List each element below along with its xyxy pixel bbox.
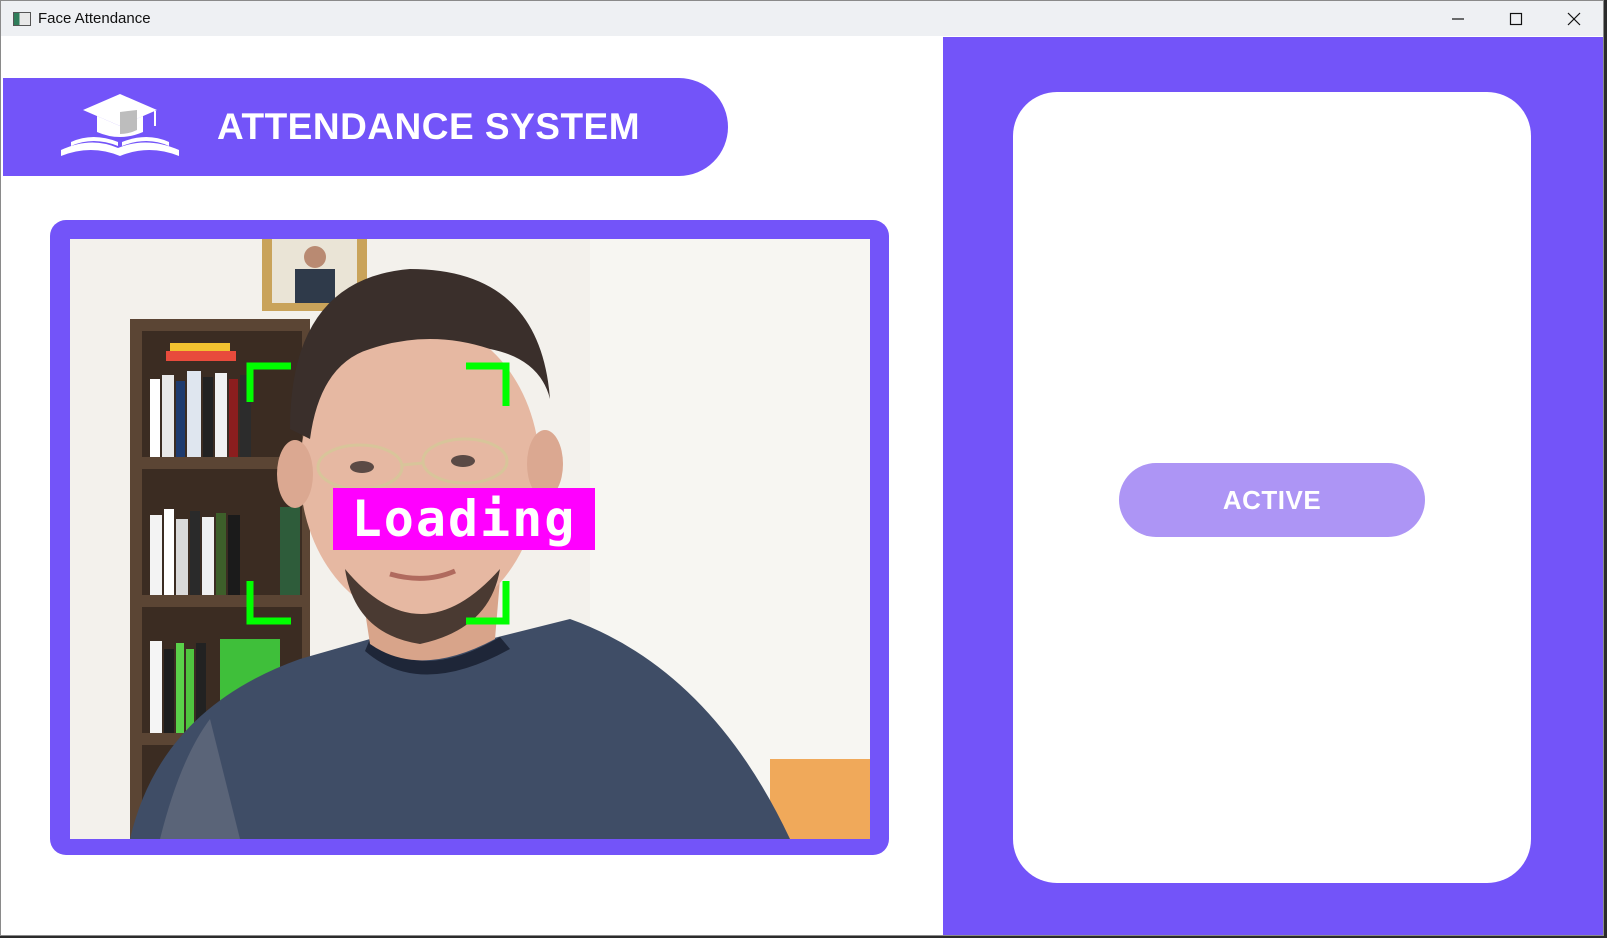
app-window: Face Attendance ATTENDANCE SYSTEM Loadin… — [0, 0, 1604, 936]
app-title: ATTENDANCE SYSTEM — [217, 106, 641, 147]
window-controls — [1429, 1, 1603, 36]
minimize-icon — [1452, 17, 1464, 20]
minimize-button[interactable] — [1429, 1, 1487, 36]
window-title: Face Attendance — [38, 10, 151, 27]
header-banner: ATTENDANCE SYSTEM — [3, 78, 728, 176]
student-info-card: ACTIVE — [1013, 92, 1531, 883]
camera-frame: Loading — [50, 220, 889, 855]
recognition-status-label: Loading — [333, 488, 595, 550]
right-panel: ACTIVE — [943, 37, 1603, 935]
webcam-feed: Loading — [70, 239, 870, 839]
app-icon — [13, 11, 31, 26]
maximize-button[interactable] — [1487, 1, 1545, 36]
status-badge: ACTIVE — [1119, 463, 1425, 537]
graduation-cap-book-icon — [61, 94, 179, 156]
maximize-icon — [1509, 12, 1523, 25]
close-button[interactable] — [1545, 1, 1603, 36]
title-bar: Face Attendance — [1, 1, 1603, 36]
close-icon — [1567, 12, 1581, 25]
